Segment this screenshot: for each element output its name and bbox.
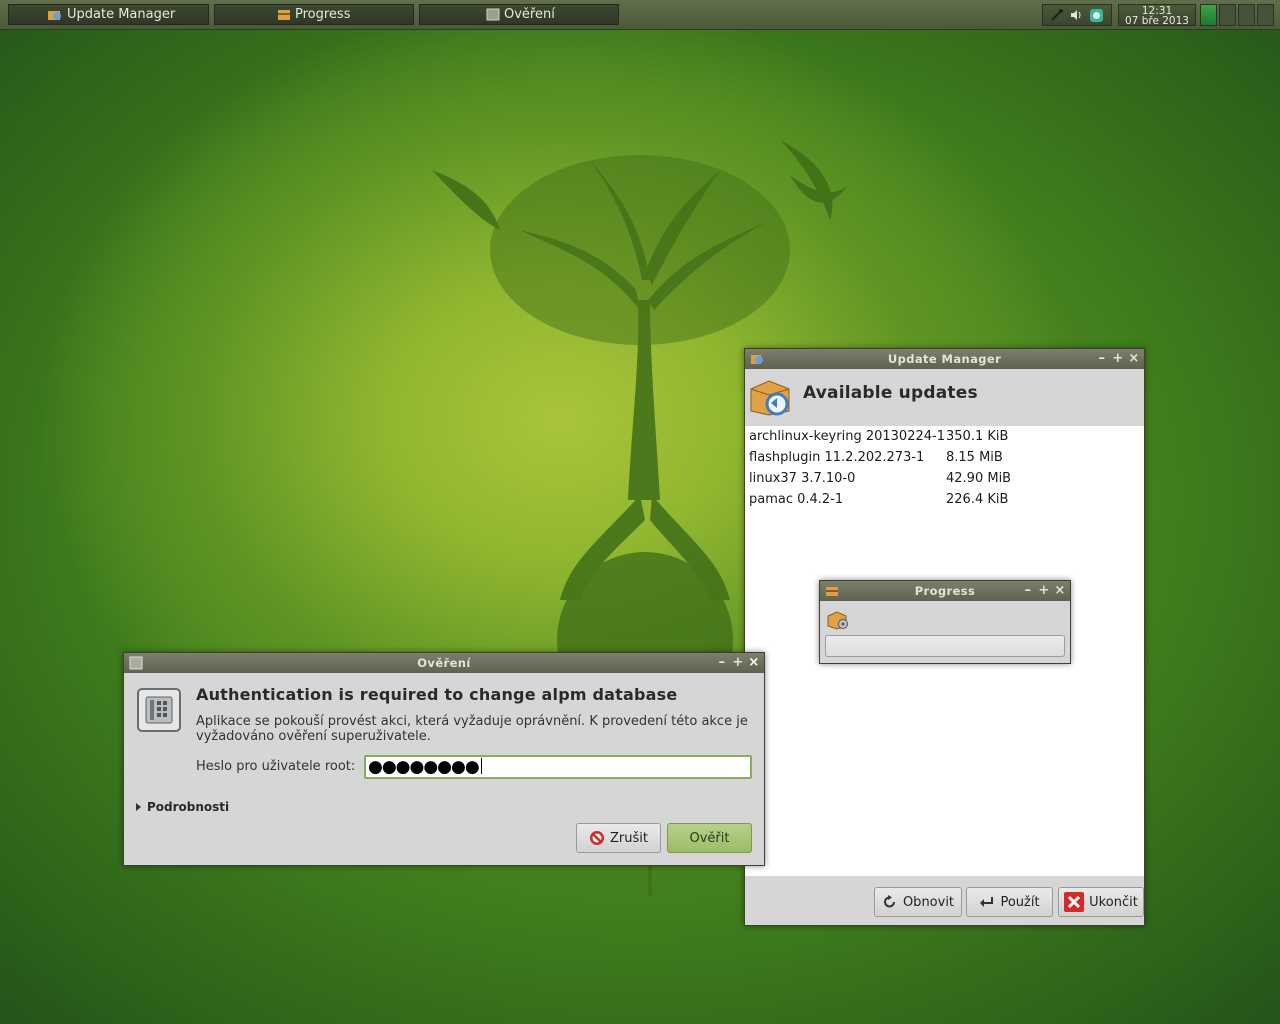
package-update-icon — [750, 380, 790, 416]
package-icon — [278, 10, 290, 20]
volume-icon[interactable] — [1069, 8, 1083, 22]
package-name: pamac 0.4.2-1 — [749, 492, 844, 507]
window-title: Ověření — [417, 656, 471, 670]
updates-heading: Available updates — [803, 383, 978, 403]
apply-label: Použít — [1000, 894, 1040, 910]
maximize-button[interactable]: + — [732, 653, 744, 673]
auth-dialog: Ověření – + × Authentication is required… — [123, 652, 765, 866]
taskbar-item-auth[interactable]: Ověření — [419, 4, 619, 25]
verify-label: Ověřit — [689, 830, 730, 846]
package-size: 42.90 MiB — [946, 471, 1012, 486]
dialog-heading: Authentication is required to change alp… — [196, 685, 678, 704]
expander-arrow-icon — [136, 803, 141, 811]
quit-button[interactable]: Ukončit — [1058, 887, 1144, 917]
window-title: Update Manager — [887, 352, 1002, 366]
quit-label: Ukončit — [1089, 894, 1138, 910]
minimize-button[interactable]: – — [1022, 581, 1034, 601]
maximize-button[interactable]: + — [1112, 349, 1124, 369]
minimize-button[interactable]: – — [1096, 349, 1108, 369]
package-size: 8.15 MiB — [946, 450, 1003, 465]
cancel-label: Zrušit — [610, 830, 648, 846]
close-button[interactable]: × — [748, 653, 760, 673]
close-button[interactable]: × — [1054, 581, 1066, 601]
package-name: archlinux-keyring 20130224-1 — [749, 429, 945, 444]
taskbar-item-label: Progress — [295, 7, 351, 22]
pamac-tray-icon[interactable] — [1089, 8, 1104, 23]
clock-date: 07 bře 2013 — [1125, 15, 1189, 27]
clock[interactable]: 12:31 07 bře 2013 — [1118, 4, 1196, 26]
package-name: linux37 3.7.10-0 — [749, 471, 856, 486]
refresh-button[interactable]: Obnovit — [874, 887, 962, 917]
network-icon[interactable] — [1050, 8, 1064, 22]
workspace-4[interactable] — [1257, 4, 1274, 26]
package-size: 350.1 KiB — [946, 429, 1009, 444]
workspace-3[interactable] — [1238, 4, 1255, 26]
text-caret — [480, 758, 482, 774]
password-value: ●●●●●●●● — [368, 757, 480, 777]
apply-button[interactable]: Použít — [966, 887, 1053, 917]
progress-bar — [825, 635, 1065, 657]
window-title: Progress — [914, 584, 976, 598]
update-manager-icon — [48, 11, 61, 20]
title-bar[interactable]: Update Manager – + × — [745, 349, 1144, 369]
cancel-icon — [590, 831, 604, 845]
workspace-1[interactable] — [1200, 4, 1217, 26]
package-size: 226.4 KiB — [946, 492, 1009, 507]
authentication-icon — [137, 688, 181, 732]
dialog-icon — [129, 656, 143, 670]
taskbar-item-progress[interactable]: Progress — [214, 4, 414, 25]
refresh-icon — [884, 895, 895, 908]
taskbar-item-label: Update Manager — [67, 7, 176, 22]
workspace-2[interactable] — [1219, 4, 1236, 26]
updates-footer: Obnovit Použít Ukončit — [745, 876, 1144, 925]
updates-header: Available updates — [745, 369, 1144, 425]
update-manager-icon — [751, 355, 763, 364]
package-icon — [826, 587, 838, 596]
maximize-button[interactable]: + — [1038, 581, 1050, 601]
enter-icon — [980, 897, 994, 907]
dialog-description: Aplikace se pokouší provést akci, která … — [196, 714, 748, 744]
progress-window: Progress – + × — [819, 580, 1071, 664]
close-button[interactable]: × — [1128, 349, 1140, 369]
verify-button[interactable]: Ověřit — [667, 823, 752, 853]
close-icon — [1064, 892, 1085, 912]
package-gear-icon — [827, 611, 848, 630]
system-tray — [1042, 4, 1112, 26]
dialog-icon — [486, 8, 500, 21]
refresh-label: Obnovit — [902, 894, 955, 910]
password-input[interactable]: ●●●●●●●● — [364, 755, 752, 779]
minimize-button[interactable]: – — [716, 653, 728, 673]
taskbar-item-label: Ověření — [504, 7, 555, 22]
package-name: flashplugin 11.2.202.273-1 — [749, 450, 925, 465]
top-panel: Update Manager Progress Ověření 12:31 07… — [0, 0, 1280, 30]
password-label: Heslo pro uživatele root: — [196, 759, 356, 774]
cancel-button[interactable]: Zrušit — [576, 823, 661, 853]
title-bar[interactable]: Ověření – + × — [124, 653, 764, 673]
taskbar-item-update-manager[interactable]: Update Manager — [8, 4, 209, 25]
title-bar[interactable]: Progress – + × — [820, 581, 1070, 601]
details-label: Podrobnosti — [147, 800, 230, 814]
details-expander[interactable]: Podrobnosti — [136, 800, 229, 814]
